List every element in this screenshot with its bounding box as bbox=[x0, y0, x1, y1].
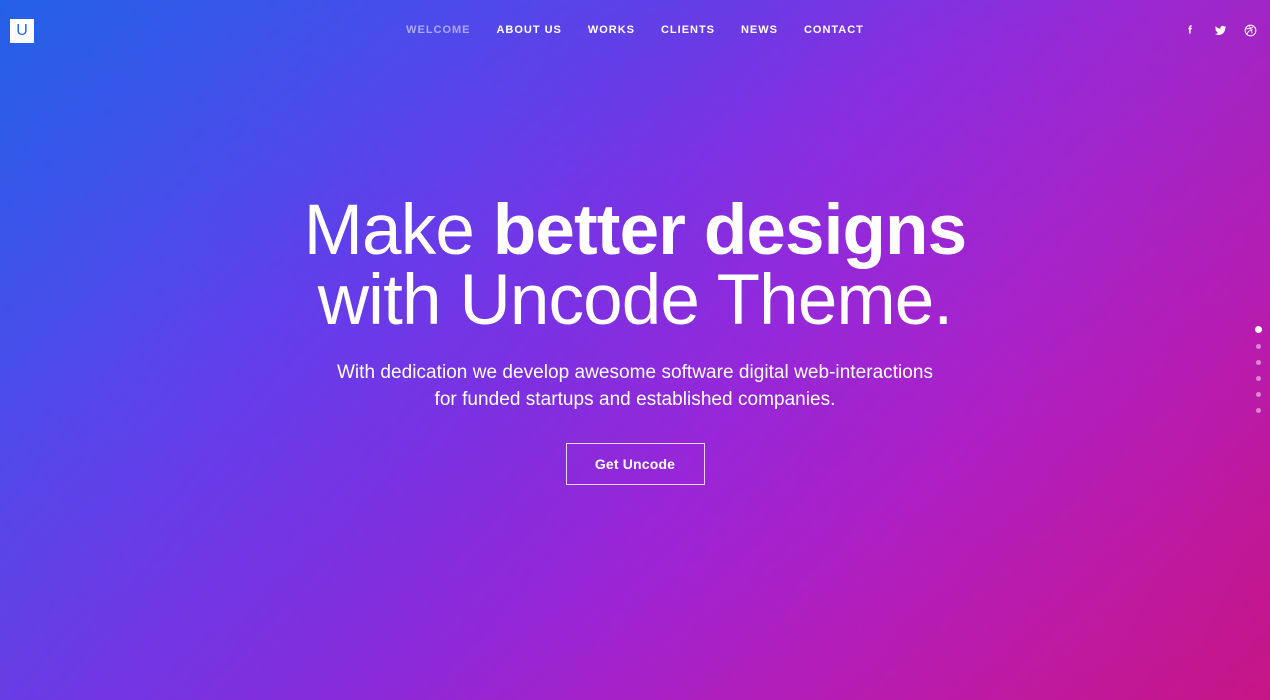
hero-subtitle: With dedication we develop awesome softw… bbox=[40, 359, 1230, 413]
site-header: U WELCOME ABOUT US WORKS CLIENTS NEWS CO… bbox=[0, 0, 1270, 62]
nav-item-clients[interactable]: CLIENTS bbox=[661, 24, 715, 36]
slide-dot-6[interactable] bbox=[1256, 408, 1261, 413]
slide-dot-2[interactable] bbox=[1256, 344, 1261, 349]
hero-title-light: Make bbox=[303, 191, 493, 270]
hero-title-line-2: with Uncode Theme. bbox=[317, 261, 953, 340]
hero-subtitle-line-1: With dedication we develop awesome softw… bbox=[336, 362, 934, 383]
hero-center-block: Make better designs with Uncode Theme. W… bbox=[0, 195, 1270, 485]
slide-dot-5[interactable] bbox=[1256, 392, 1261, 397]
nav-item-works[interactable]: WORKS bbox=[588, 24, 635, 36]
nav-item-welcome[interactable]: WELCOME bbox=[406, 24, 470, 36]
slide-dot-4[interactable] bbox=[1256, 376, 1261, 381]
dribbble-icon[interactable] bbox=[1242, 22, 1258, 38]
hero-subtitle-line-2: for funded startups and established comp… bbox=[434, 389, 836, 410]
hero-title-bold: better designs bbox=[492, 191, 967, 270]
nav-item-about-us[interactable]: ABOUT US bbox=[497, 24, 562, 36]
hero-cta-wrapper: Get Uncode bbox=[40, 443, 1230, 485]
twitter-icon[interactable] bbox=[1212, 22, 1228, 38]
nav-item-news[interactable]: NEWS bbox=[741, 24, 778, 36]
get-uncode-button[interactable]: Get Uncode bbox=[565, 443, 705, 485]
hero-content-layer: U WELCOME ABOUT US WORKS CLIENTS NEWS CO… bbox=[0, 0, 1270, 700]
slide-dot-navigation bbox=[1255, 326, 1262, 413]
page-title: Make better designs with Uncode Theme. bbox=[40, 195, 1230, 340]
nav-item-contact[interactable]: CONTACT bbox=[804, 24, 864, 36]
hero-title-line-1: Make better designs bbox=[40, 195, 1230, 266]
facebook-icon[interactable] bbox=[1182, 22, 1198, 38]
hero-section: U WELCOME ABOUT US WORKS CLIENTS NEWS CO… bbox=[0, 0, 1270, 700]
slide-dot-3[interactable] bbox=[1256, 360, 1261, 365]
main-navigation: WELCOME ABOUT US WORKS CLIENTS NEWS CONT… bbox=[0, 24, 1270, 36]
slide-dot-1[interactable] bbox=[1255, 326, 1262, 333]
social-links bbox=[1182, 22, 1258, 38]
